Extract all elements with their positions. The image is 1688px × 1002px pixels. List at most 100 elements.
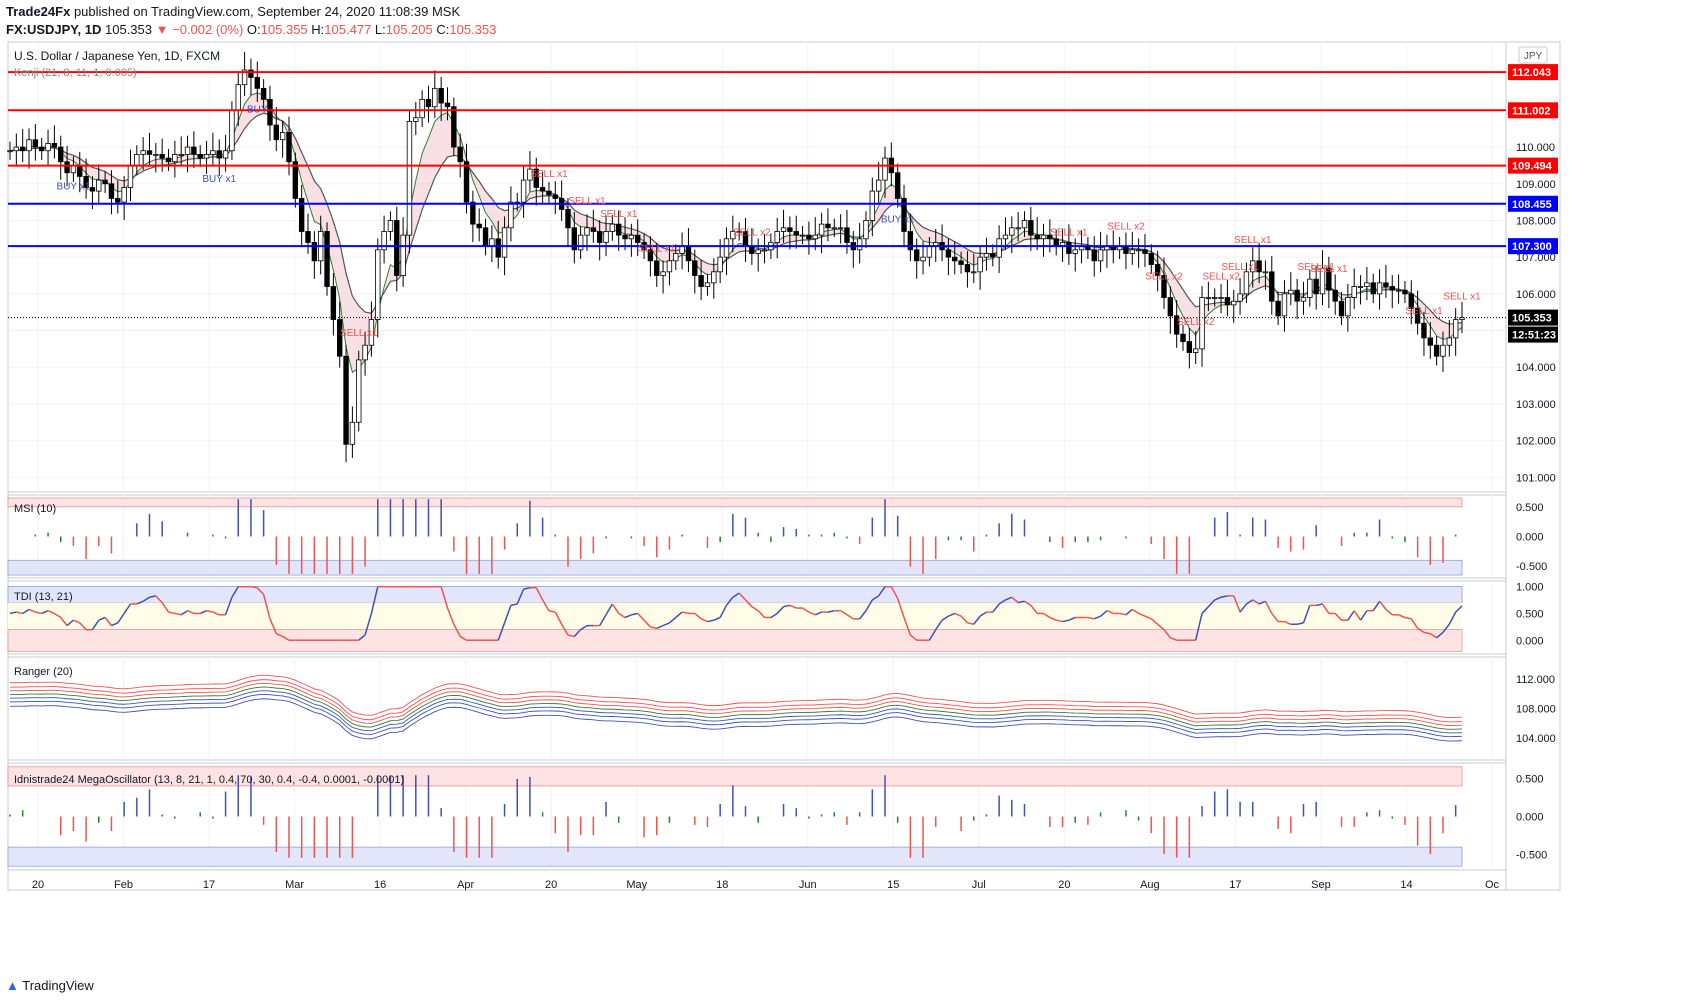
candle-body bbox=[1446, 337, 1453, 346]
candle-body bbox=[1034, 234, 1040, 240]
candle-body bbox=[780, 227, 787, 232]
candle-body bbox=[32, 139, 39, 148]
candle-body bbox=[495, 238, 501, 258]
candle-body bbox=[387, 220, 394, 232]
ranger-tick-label: 112.000 bbox=[1516, 674, 1555, 686]
candle-body bbox=[1237, 293, 1243, 302]
candle-body bbox=[844, 227, 850, 243]
candle-body bbox=[210, 150, 216, 155]
candle-body bbox=[831, 227, 837, 230]
candle-body bbox=[1269, 271, 1275, 302]
candle-body bbox=[184, 146, 191, 155]
x-tick-label: Jul bbox=[972, 879, 986, 891]
candle-body bbox=[945, 249, 952, 258]
candle-body bbox=[153, 154, 159, 156]
candle-body bbox=[457, 146, 463, 163]
candle-body bbox=[501, 227, 508, 258]
candle-body bbox=[64, 161, 70, 174]
candle-body bbox=[216, 150, 222, 159]
candle-body bbox=[19, 146, 26, 152]
chart-canvas[interactable]: 20 Feb 17 Mar 16 Apr 20 May 18 Jun 15 Jul 20 Aug 17 Sep… bbox=[0, 0, 1688, 1002]
candle-body bbox=[1338, 300, 1345, 317]
candle-body bbox=[698, 275, 704, 287]
x-tick-label: May bbox=[626, 879, 647, 891]
candle-body bbox=[108, 183, 115, 199]
candle-body bbox=[875, 179, 882, 192]
tdi-tick-label: 1.000 bbox=[1516, 581, 1544, 593]
candle-body bbox=[508, 201, 514, 229]
candle-body bbox=[1040, 234, 1047, 240]
candle-body bbox=[1440, 344, 1446, 357]
x-tick-label: Sep bbox=[1311, 879, 1331, 891]
tdi-lower-zone bbox=[7, 629, 1463, 652]
y-tick-label: 103.000 bbox=[1516, 399, 1556, 411]
x-tick-label: Mar bbox=[285, 879, 304, 891]
candle-body bbox=[146, 150, 153, 155]
level-tag-label: 108.455 bbox=[1512, 199, 1552, 211]
candle-body bbox=[1186, 341, 1193, 353]
sell-signal-label: SELL x1 bbox=[1443, 292, 1481, 303]
candle-body bbox=[863, 220, 869, 240]
candle-body bbox=[444, 102, 451, 108]
y-tick-label: 108.000 bbox=[1516, 215, 1556, 227]
candle-body bbox=[1427, 337, 1433, 346]
candle-body bbox=[400, 234, 406, 276]
candle-body bbox=[1421, 322, 1427, 339]
candle-body bbox=[77, 165, 83, 177]
candle-body bbox=[102, 179, 108, 185]
candle-body bbox=[990, 253, 996, 258]
candle-body bbox=[343, 355, 349, 445]
candle-body bbox=[926, 245, 933, 258]
lower-zone bbox=[7, 846, 1463, 867]
tradingview-brand[interactable]: TradingView bbox=[22, 978, 94, 993]
candle-body bbox=[628, 234, 635, 240]
countdown-label: 12:51:23 bbox=[1512, 330, 1556, 342]
sell-signal-label: SELL x2 bbox=[1177, 317, 1215, 328]
tdi-line-seg bbox=[250, 585, 258, 589]
x-tick-label: 17 bbox=[1229, 879, 1241, 891]
candle-body bbox=[577, 234, 584, 251]
candle-body bbox=[222, 150, 229, 159]
candle-body bbox=[596, 231, 603, 243]
candle-body bbox=[755, 249, 761, 254]
candle-body bbox=[1243, 271, 1250, 295]
msi-tick-label: -0.500 bbox=[1516, 561, 1547, 573]
sell-signal-label: SELL x1 bbox=[600, 209, 638, 220]
candle-body bbox=[673, 253, 679, 262]
candle-body bbox=[489, 238, 495, 247]
buy-signal-label: BUY x1 bbox=[881, 214, 915, 225]
candle-body bbox=[1281, 293, 1288, 317]
tradingview-logo-icon: ▲ bbox=[6, 978, 19, 993]
candle-body bbox=[273, 124, 280, 141]
candle-body bbox=[39, 146, 45, 152]
candle-body bbox=[704, 282, 711, 287]
candle-body bbox=[394, 220, 400, 276]
lower-zone bbox=[7, 559, 1463, 576]
candle-body bbox=[590, 227, 597, 232]
candle-body bbox=[1205, 297, 1212, 299]
candle-body bbox=[330, 286, 337, 320]
candle-body bbox=[615, 223, 622, 236]
candle-body bbox=[869, 190, 876, 221]
candle-body bbox=[1300, 297, 1307, 302]
candle-body bbox=[356, 359, 362, 423]
candle-body bbox=[787, 227, 793, 232]
candle-body bbox=[1218, 297, 1224, 299]
tdi-tick-label: 0.000 bbox=[1516, 635, 1544, 647]
candle-body bbox=[1389, 286, 1395, 291]
candle-body bbox=[971, 271, 977, 274]
candle-body bbox=[58, 146, 64, 163]
candle-body bbox=[165, 157, 172, 163]
candle-body bbox=[685, 245, 692, 262]
candle-body bbox=[1212, 297, 1218, 299]
candle-body bbox=[996, 238, 1002, 258]
candle-body bbox=[1332, 289, 1338, 302]
last-price-label: 105.353 bbox=[1512, 313, 1552, 325]
candle-body bbox=[1028, 220, 1034, 236]
candle-body bbox=[51, 143, 58, 148]
candle-body bbox=[1021, 220, 1028, 229]
candle-body bbox=[1294, 289, 1300, 302]
candle-body bbox=[482, 227, 489, 247]
candle-body bbox=[438, 87, 444, 104]
candle-body bbox=[920, 256, 926, 262]
